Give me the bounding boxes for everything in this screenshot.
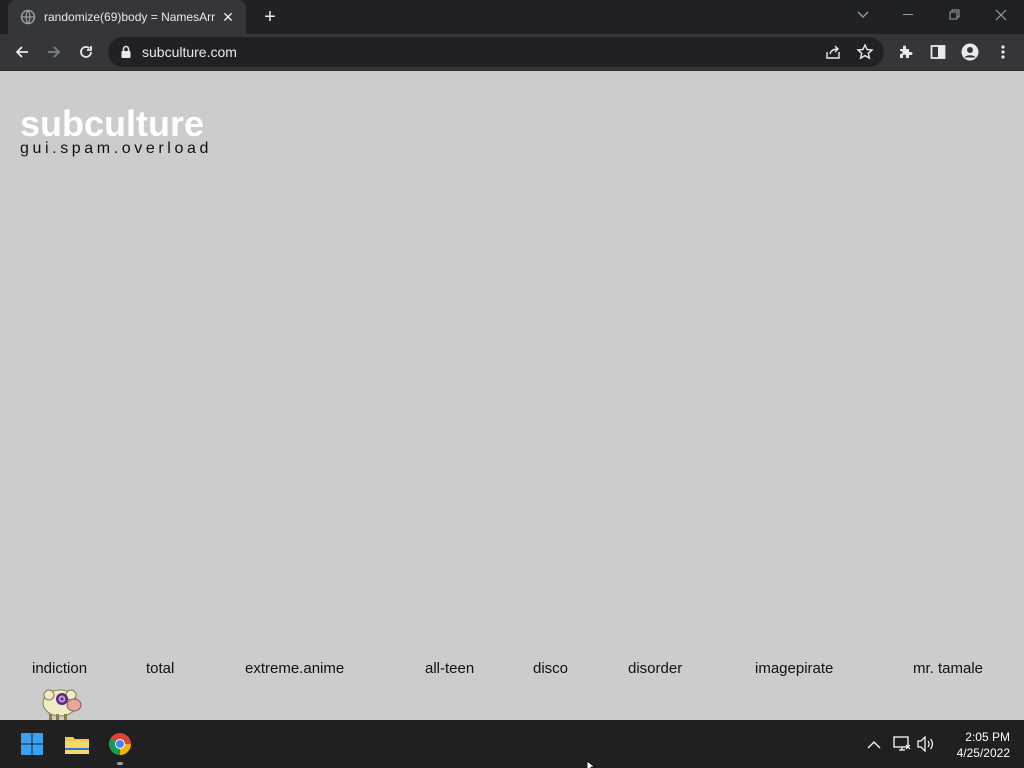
back-icon[interactable]	[7, 37, 37, 67]
chevron-down-icon[interactable]	[840, 0, 886, 30]
reload-icon[interactable]	[71, 37, 101, 67]
profile-icon[interactable]	[955, 37, 985, 67]
network-icon[interactable]	[892, 734, 912, 754]
side-panel-icon[interactable]	[923, 37, 953, 67]
page-content: subculture gui.spam.overload indiction t…	[0, 71, 1024, 720]
active-app-indicator	[117, 762, 123, 765]
nav-link-indiction[interactable]: indiction	[32, 660, 87, 677]
browser-tab[interactable]: randomize(69)body = NamesArr ✕	[8, 0, 246, 34]
mouse-cursor-icon	[586, 758, 597, 768]
address-bar[interactable]: subculture.com	[108, 37, 884, 67]
windows-taskbar: 2:05 PM 4/25/2022	[0, 720, 1024, 768]
nav-link-mr-tamale[interactable]: mr. tamale	[913, 660, 983, 677]
file-explorer-icon[interactable]	[61, 728, 93, 760]
system-clock[interactable]: 2:05 PM 4/25/2022	[944, 729, 1010, 761]
clock-time: 2:05 PM	[965, 730, 1010, 744]
close-window-icon[interactable]	[978, 0, 1024, 30]
share-icon[interactable]	[824, 43, 842, 66]
nav-link-total[interactable]: total	[146, 660, 174, 677]
url-text: subculture.com	[142, 44, 237, 60]
chrome-icon[interactable]	[104, 728, 136, 760]
menu-icon[interactable]	[988, 37, 1018, 67]
close-icon[interactable]: ✕	[220, 9, 236, 25]
nav-link-extreme-anime[interactable]: extreme.anime	[245, 660, 344, 677]
nav-link-disco[interactable]: disco	[533, 660, 568, 677]
sheep-mascot-icon[interactable]	[40, 681, 84, 721]
lock-icon[interactable]	[120, 45, 132, 64]
plus-icon[interactable]: +	[258, 6, 282, 28]
clock-date: 4/25/2022	[956, 746, 1010, 760]
chevron-up-icon[interactable]	[864, 734, 884, 754]
windows-start-icon[interactable]	[16, 728, 48, 760]
volume-icon[interactable]	[916, 734, 936, 754]
nav-link-disorder[interactable]: disorder	[628, 660, 682, 677]
browser-toolbar: subculture.com	[0, 34, 1024, 71]
globe-icon	[20, 9, 36, 25]
tab-title: randomize(69)body = NamesArr	[44, 10, 216, 24]
nav-link-imagepirate[interactable]: imagepirate	[755, 660, 833, 677]
extensions-icon[interactable]	[891, 37, 921, 67]
star-icon[interactable]	[856, 43, 874, 66]
minimize-icon[interactable]	[886, 0, 932, 30]
forward-icon[interactable]	[39, 37, 69, 67]
nav-link-all-teen[interactable]: all-teen	[425, 660, 474, 677]
tab-strip: randomize(69)body = NamesArr ✕ +	[0, 0, 1024, 34]
site-tagline: gui.spam.overload	[20, 140, 212, 157]
site-logo[interactable]: subculture	[20, 105, 204, 143]
restore-icon[interactable]	[932, 0, 978, 30]
